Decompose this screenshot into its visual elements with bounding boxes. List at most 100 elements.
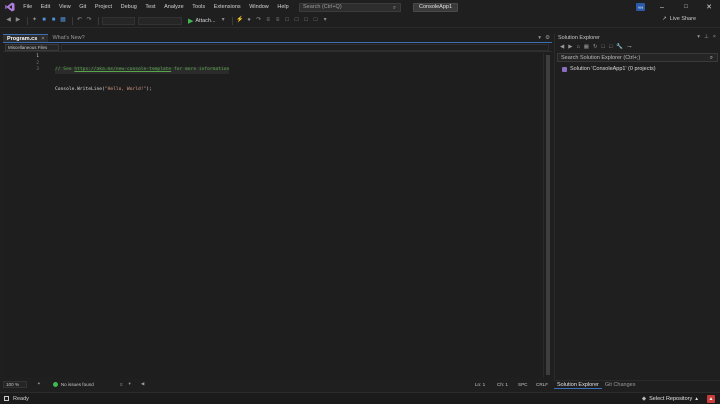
scope-dropdown[interactable]: Miscellaneous Files [5, 44, 59, 51]
navigate-issues-icon[interactable]: ◀ [141, 381, 145, 387]
code-punctuation: ); [146, 86, 152, 92]
redo-icon[interactable]: ↷ [86, 17, 93, 24]
properties-icon[interactable]: 🔧 [616, 44, 623, 50]
comment-icon[interactable]: ≡ [274, 17, 281, 24]
member-dropdown[interactable] [61, 44, 549, 51]
home-icon[interactable]: ⌂ [576, 44, 579, 50]
menu-window[interactable]: Window [245, 4, 273, 10]
live-share-label: Live Share [669, 16, 696, 22]
open-folder-icon[interactable]: ■ [41, 17, 48, 24]
close-icon[interactable]: ✕ [704, 2, 714, 12]
menu-git[interactable]: Git [75, 4, 91, 10]
attach-button[interactable]: ▶ Attach... [188, 17, 216, 25]
minimize-icon[interactable]: – [657, 2, 667, 12]
output-icon[interactable] [4, 396, 9, 401]
settings-icon[interactable]: ⚙ [545, 35, 550, 41]
back-icon[interactable]: ◀ [560, 44, 564, 50]
menu-edit[interactable]: Edit [36, 4, 54, 10]
step-icon[interactable]: ↷ [255, 17, 262, 24]
solution-item-label: Solution 'ConsoleApp1' (0 projects) [570, 66, 656, 72]
menu-help[interactable]: Help [273, 4, 293, 10]
back-icon[interactable]: ◀ [5, 17, 12, 24]
select-repository-button[interactable]: ◆ Select Repository ▴ [642, 396, 698, 402]
right-panel-tabs: Solution Explorer Git Changes [554, 380, 720, 389]
toolbar-options-icon[interactable]: ▾ [322, 17, 329, 24]
save-all-icon[interactable]: ▦ [60, 17, 67, 24]
attach-label: Attach... [195, 17, 216, 24]
pin-icon[interactable]: ⊥ [704, 34, 709, 40]
tab-label: What's New? [52, 35, 85, 41]
editor-scrollbar[interactable] [543, 53, 551, 378]
tab-tools: ▾ ⚙ [538, 35, 550, 41]
dropdown-chevron-icon[interactable]: ▾ [220, 17, 227, 24]
tab-git-changes[interactable]: Git Changes [602, 382, 639, 388]
platform-dropdown[interactable] [138, 16, 182, 25]
close-icon[interactable]: × [713, 34, 716, 40]
menu-analyze[interactable]: Analyze [160, 4, 188, 10]
undo-icon[interactable]: ↶ [76, 17, 83, 24]
live-share-button[interactable]: ↗ Live Share [662, 16, 696, 22]
maximize-icon[interactable]: □ [681, 2, 691, 12]
tab-whats-new[interactable]: What's New? [48, 34, 88, 42]
save-icon[interactable]: ■ [50, 17, 57, 24]
tab-program-cs[interactable]: Program.cs × [3, 34, 49, 42]
navigation-bar: Miscellaneous Files [3, 44, 552, 52]
menu-extensions[interactable]: Extensions [209, 4, 245, 10]
bookmark-clear-icon[interactable]: □ [312, 17, 319, 24]
menu-project[interactable]: Project [91, 4, 117, 10]
forward-icon[interactable]: ▶ [15, 17, 22, 24]
menu-view[interactable]: View [55, 4, 75, 10]
search-input[interactable]: Search (Ctrl+Q) ⌕ [298, 2, 401, 12]
forward-icon[interactable]: ▶ [568, 44, 572, 50]
search-icon: ⌕ [392, 4, 396, 11]
code-link[interactable]: https://aka.ms/new-console-template [74, 67, 171, 72]
search-icon: ⌕ [709, 55, 713, 61]
collapse-all-icon[interactable]: □ [602, 44, 605, 50]
solution-tree-item[interactable]: Solution 'ConsoleApp1' (0 projects) [555, 65, 720, 73]
close-tab-icon[interactable]: × [41, 36, 44, 42]
sync-icon[interactable]: ↻ [593, 44, 598, 50]
toolbar-divider [72, 16, 73, 25]
tab-list-icon[interactable]: ▾ [538, 35, 541, 41]
solution-name: ConsoleApp1 [418, 4, 453, 10]
issues-indicator[interactable]: No issues found [52, 381, 94, 387]
solution-explorer-header: Solution Explorer ▾ ⊥ × [555, 34, 720, 42]
show-all-files-icon[interactable]: □ [609, 44, 612, 50]
toolbar: ◀ ▶ ✦ ■ ■ ▦ ↶ ↷ ▶ Attach... ▾ ⚡ ● ↷ ≡ ≡ … [0, 14, 720, 28]
bookmark-prev-icon[interactable]: □ [293, 17, 300, 24]
intellicode-icon[interactable]: ✦ [37, 381, 41, 387]
scrollbar-thumb[interactable] [546, 55, 550, 375]
dropdown-chevron-icon[interactable]: ▾ [697, 34, 700, 40]
menu-debug[interactable]: Debug [116, 4, 141, 10]
search-placeholder: Search (Ctrl+Q) [302, 4, 342, 10]
brush-icon[interactable]: ≡ [120, 382, 123, 387]
line-indicator[interactable]: Ln: 1 [475, 382, 485, 387]
line-ending[interactable]: CRLF [536, 382, 548, 387]
preview-icon[interactable]: ⇁ [627, 44, 632, 50]
tab-solution-explorer[interactable]: Solution Explorer [554, 382, 602, 389]
whitespace-mode[interactable]: SPC [518, 382, 527, 387]
repository-label: Select Repository [649, 396, 693, 402]
zoom-level: 100 % [6, 381, 20, 387]
column-indicator[interactable]: Ch: 1 [497, 382, 508, 387]
new-item-icon[interactable]: ✦ [31, 17, 38, 24]
switch-views-icon[interactable]: ▦ [584, 44, 589, 50]
ok-icon [52, 381, 58, 387]
code-cleanup-icon[interactable]: ▾ [129, 381, 131, 387]
menu-test[interactable]: Test [141, 4, 160, 10]
zoom-dropdown[interactable]: 100 % [3, 380, 27, 388]
bookmark-icon[interactable]: □ [284, 17, 291, 24]
format-icon[interactable]: ≡ [265, 17, 272, 24]
menu-tools[interactable]: Tools [188, 4, 209, 10]
configuration-dropdown[interactable] [102, 16, 135, 25]
breakpoint-icon[interactable]: ● [246, 17, 253, 24]
solution-search-input[interactable]: Search Solution Explorer (Ctrl+;) ⌕ [557, 53, 718, 62]
visual-studio-logo-icon [5, 2, 15, 12]
hot-reload-icon[interactable]: ⚡ [236, 17, 243, 24]
avatar[interactable]: YH [636, 3, 645, 11]
bookmark-next-icon[interactable]: □ [303, 17, 310, 24]
solution-explorer-toolbar: ◀ ▶ ⌂ ▦ ↻ □ □ 🔧 ⇁ [555, 42, 720, 52]
menu-file[interactable]: File [19, 4, 36, 10]
notification-bell-icon[interactable]: ▲ [707, 395, 715, 403]
code-editor[interactable]: 1 2 3 // See https://aka.ms/new-console-… [3, 53, 544, 378]
